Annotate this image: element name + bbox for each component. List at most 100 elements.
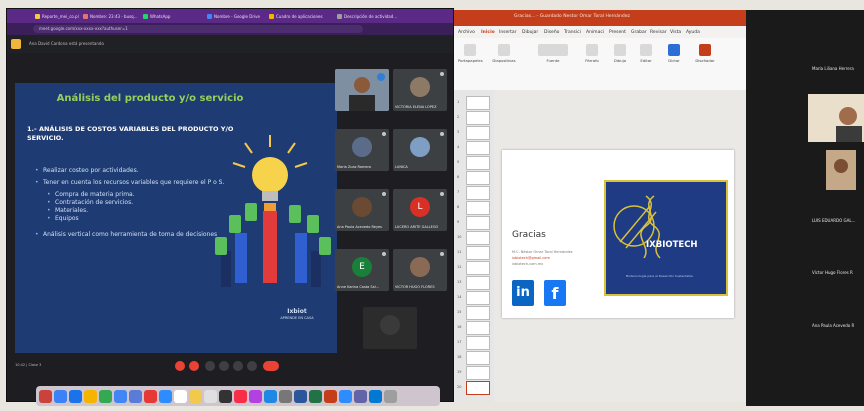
mail-icon[interactable] [114, 389, 127, 403]
tab-dibujar[interactable]: Dibujar [522, 30, 538, 35]
mic-off-icon [382, 252, 386, 256]
slide-thumbnail[interactable]: 19 [457, 366, 490, 380]
slide-thumbnail[interactable]: 18 [457, 351, 490, 365]
slides-group[interactable]: Diapositivas [492, 44, 516, 63]
slide-thumbnail[interactable]: 4 [457, 141, 490, 155]
slide-thumbnail[interactable]: 6 [457, 171, 490, 185]
browser-tab[interactable]: Nombre - Google Drive [207, 11, 263, 21]
present-button[interactable] [233, 361, 243, 371]
settings-icon[interactable] [279, 389, 292, 403]
raise-hand-button[interactable] [219, 361, 229, 371]
slide-thumbnail[interactable]: 8 [457, 201, 490, 215]
maps-icon[interactable] [129, 389, 142, 403]
author-web: ixbiotech.com.mx [512, 262, 544, 266]
tab-presentacion[interactable]: Present [609, 30, 626, 35]
tab-transiciones[interactable]: Transici [564, 30, 581, 35]
participant-tile[interactable]: VICTOR HUGO FLORES [393, 249, 447, 291]
music-icon[interactable] [234, 389, 247, 403]
participant-tile[interactable]: Ana Paula Acevedo Reyes [335, 189, 389, 231]
dictate-button[interactable]: Dictar [662, 44, 686, 63]
participant-tile[interactable] [335, 69, 389, 111]
slide-thumbnail[interactable]: 13 [457, 276, 490, 290]
participant-face [808, 94, 864, 142]
participant-tile[interactable]: LUNICA [393, 129, 447, 171]
browser-tab[interactable]: Nombre: 23:43 - busq... [83, 11, 139, 21]
slide-thumbnail[interactable]: 7 [457, 186, 490, 200]
slide-thumbnail[interactable]: 1 [457, 96, 490, 110]
clipboard-group[interactable]: Portapapeles [458, 44, 483, 63]
launchpad-icon[interactable] [54, 389, 67, 403]
calendar-icon[interactable] [174, 389, 187, 403]
tab-archivo[interactable]: Archivo [458, 30, 475, 35]
designer-button[interactable]: Diseñador [690, 44, 720, 63]
slide-thumbnail[interactable]: 10 [457, 231, 490, 245]
editing-slide[interactable]: Gracias M.C. Néstor Omar Toral Hernández… [502, 150, 734, 318]
browser-tab[interactable]: Cuadro de aplicaciones [269, 11, 329, 21]
participant-tile[interactable]: Maria Zuaz Romero [335, 129, 389, 171]
tab-diseno[interactable]: Diseño [544, 30, 559, 35]
leave-call-button[interactable] [263, 361, 279, 371]
tab-vista[interactable]: Vista [670, 30, 681, 35]
tab-insertar[interactable]: Insertar [499, 30, 517, 35]
drawing-group[interactable]: Dibujo [608, 44, 632, 63]
facebook-icon: f [544, 280, 566, 306]
participant-tile[interactable]: VICTORIA ELENA LOPEZ [393, 69, 447, 111]
slide-thumbnail[interactable]: 2 [457, 111, 490, 125]
facetime-icon[interactable] [159, 389, 172, 403]
messages-icon[interactable] [99, 389, 112, 403]
slide-thumbnail[interactable]: 14 [457, 291, 490, 305]
outlook-icon[interactable] [369, 389, 382, 403]
notes-icon[interactable] [189, 389, 202, 403]
participant-tile[interactable] [363, 307, 417, 349]
tab-inicio[interactable]: Inicio [481, 30, 495, 35]
participant-tile[interactable]: E Anne Karina Costa Sal... [335, 249, 389, 291]
gracias-text: Gracias [512, 230, 546, 240]
slide-thumbnail[interactable]: 17 [457, 336, 490, 350]
powerpoint-icon[interactable] [324, 389, 337, 403]
tv-icon[interactable] [219, 389, 232, 403]
mic-off-button[interactable] [175, 361, 185, 371]
tab-grabar[interactable]: Grabar [631, 30, 647, 35]
editing-group[interactable]: Editar [634, 44, 658, 63]
podcasts-icon[interactable] [249, 389, 262, 403]
browser-tab[interactable]: Descripción de actividad... [337, 11, 407, 21]
captions-button[interactable] [205, 361, 215, 371]
more-options-button[interactable] [247, 361, 257, 371]
tab-animaciones[interactable]: Animaci [586, 30, 604, 35]
meet-controls: 10:42 | Clase 3 [7, 357, 453, 377]
chrome-icon[interactable] [84, 389, 97, 403]
tab-ayuda[interactable]: Ayuda [686, 30, 700, 35]
teams-icon[interactable] [354, 389, 367, 403]
slide-number: 3 [457, 130, 460, 134]
avatar [410, 77, 430, 97]
photos-icon[interactable] [144, 389, 157, 403]
slide-thumbnail[interactable]: 5 [457, 156, 490, 170]
participant-video[interactable] [808, 94, 864, 142]
reminders-icon[interactable] [204, 389, 217, 403]
safari-icon[interactable] [69, 389, 82, 403]
finder-icon[interactable] [39, 389, 52, 403]
camera-off-button[interactable] [189, 361, 199, 371]
word-icon[interactable] [294, 389, 307, 403]
app-store-icon[interactable] [264, 389, 277, 403]
trash-icon[interactable] [384, 389, 397, 403]
browser-tab[interactable]: Reporte_mei_co.pl [35, 11, 79, 21]
slide-thumbnail[interactable]: 11 [457, 246, 490, 260]
font-group[interactable]: Fuente [536, 44, 570, 63]
slide-thumbnail[interactable]: 20 [457, 381, 490, 395]
address-bar[interactable]: meet.google.com/xxx-xxxx-xxx?authuser=1 [33, 25, 363, 33]
participant-tile[interactable]: L LUCERO ARITE GALLEGO [393, 189, 447, 231]
zoom-icon[interactable] [339, 389, 352, 403]
excel-icon[interactable] [309, 389, 322, 403]
author-name: M.C. Néstor Omar Toral Hernández [512, 250, 573, 254]
browser-tab[interactable]: WhatsApp [143, 11, 183, 21]
slide-thumbnail[interactable]: 15 [457, 306, 490, 320]
slide-thumbnail[interactable]: 16 [457, 321, 490, 335]
slide-thumbnail[interactable]: 3 [457, 126, 490, 140]
slide-thumbnail[interactable]: 9 [457, 216, 490, 230]
paragraph-group[interactable]: Párrafo [580, 44, 604, 63]
participant-name: VICTOR HUGO FLORES [395, 285, 435, 289]
participant-video[interactable] [826, 150, 856, 190]
tab-revisar[interactable]: Revisar [650, 30, 667, 35]
slide-thumbnail[interactable]: 12 [457, 261, 490, 275]
